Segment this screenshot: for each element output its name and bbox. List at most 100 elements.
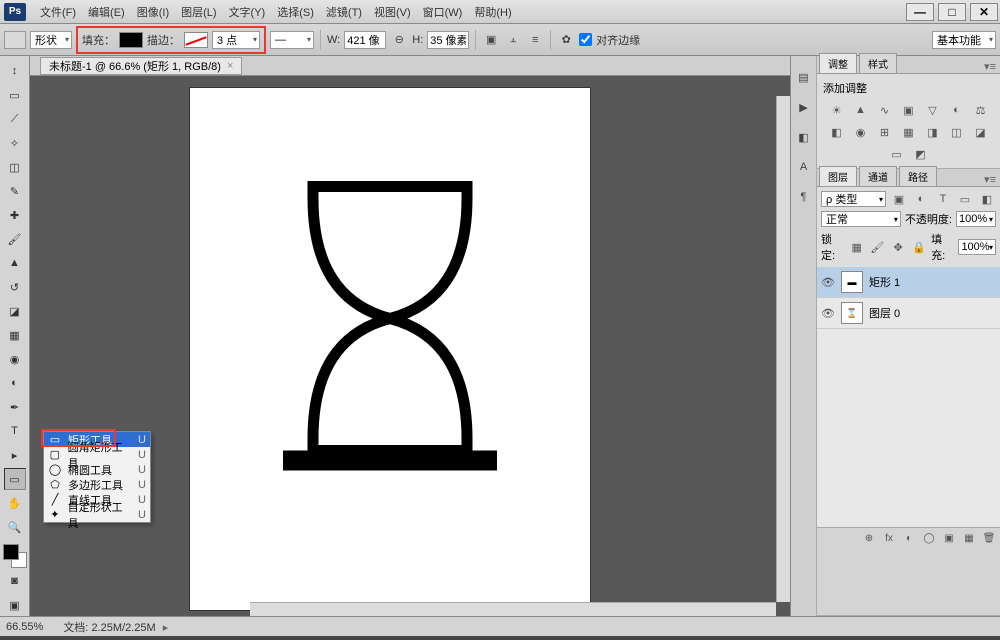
link-wh-icon[interactable]: ⊖ <box>390 31 408 49</box>
menu-select[interactable]: 选择(S) <box>271 4 320 20</box>
path-ops-icon[interactable]: ▣ <box>482 31 500 49</box>
exposure-icon[interactable]: ▣ <box>900 102 918 118</box>
menu-file[interactable]: 文件(F) <box>34 4 82 20</box>
layer-kind-select[interactable]: ρ 类型 <box>821 191 886 207</box>
menu-window[interactable]: 窗口(W) <box>417 4 469 20</box>
align-edges-checkbox[interactable] <box>579 33 592 46</box>
tab-channels[interactable]: 通道 <box>859 166 897 186</box>
posterize-icon[interactable]: ◫ <box>948 124 966 140</box>
lock-all-icon[interactable]: 🔒 <box>910 239 927 255</box>
link-layers-icon[interactable]: ⊕ <box>862 531 876 545</box>
balance-icon[interactable]: ⚖ <box>972 102 990 118</box>
wand-tool[interactable]: ✧ <box>4 132 26 154</box>
lasso-tool[interactable]: ⟋ <box>4 108 26 130</box>
levels-icon[interactable]: ▲ <box>852 102 870 118</box>
dodge-tool[interactable]: ◐ <box>4 372 26 394</box>
opacity-value[interactable]: 100% <box>956 211 996 227</box>
tool-preset-picker[interactable] <box>4 31 26 49</box>
panel-menu-icon[interactable]: ▾≡ <box>980 60 1000 73</box>
visibility-icon[interactable]: 👁 <box>821 276 835 289</box>
menu-layer[interactable]: 图层(L) <box>175 4 222 20</box>
filter-smart-icon[interactable]: ◧ <box>978 191 996 207</box>
lock-paint-icon[interactable]: 🖌 <box>869 239 886 255</box>
marquee-tool[interactable]: ▭ <box>4 84 26 106</box>
hand-tool[interactable]: ✋ <box>4 492 26 514</box>
menu-help[interactable]: 帮助(H) <box>468 4 517 20</box>
tab-paths[interactable]: 路径 <box>899 166 937 186</box>
layer-thumbnail[interactable]: ▬ <box>841 271 863 293</box>
character-panel-icon[interactable]: A <box>795 158 813 176</box>
pen-tool[interactable]: ✒ <box>4 396 26 418</box>
arrange-icon[interactable]: ≡ <box>526 31 544 49</box>
settings-icon[interactable]: ✿ <box>557 31 575 49</box>
lock-trans-icon[interactable]: ▦ <box>848 239 865 255</box>
screenmode-tool[interactable]: ▣ <box>4 594 26 616</box>
stroke-color-swatch[interactable] <box>184 32 208 48</box>
canvas[interactable] <box>190 88 590 610</box>
visibility-icon[interactable]: 👁 <box>821 307 835 320</box>
flyout-polygon[interactable]: ⬠ 多边形工具 U <box>44 477 150 492</box>
lookup-icon[interactable]: ▦ <box>900 124 918 140</box>
width-input[interactable] <box>344 31 386 49</box>
layer-mask-icon[interactable]: ◐ <box>902 531 916 545</box>
selective-icon[interactable]: ◩ <box>912 146 930 162</box>
history-brush-tool[interactable]: ↺ <box>4 276 26 298</box>
menu-image[interactable]: 图像(I) <box>131 4 175 20</box>
bw-icon[interactable]: ◧ <box>828 124 846 140</box>
type-tool[interactable]: T <box>4 420 26 442</box>
delete-layer-icon[interactable]: 🗑 <box>982 531 996 545</box>
stroke-type-select[interactable]: — <box>270 31 314 49</box>
threshold-icon[interactable]: ◪ <box>972 124 990 140</box>
eraser-tool[interactable]: ◪ <box>4 300 26 322</box>
layer-thumbnail[interactable]: ⌛ <box>841 302 863 324</box>
flyout-ellipse[interactable]: ◯ 椭圆工具 U <box>44 462 150 477</box>
vibrance-icon[interactable]: ▽ <box>924 102 942 118</box>
shape-tool[interactable]: ▭ <box>4 468 26 490</box>
new-group-icon[interactable]: ▣ <box>942 531 956 545</box>
zoom-tool[interactable]: 🔍 <box>4 516 26 538</box>
filter-pixel-icon[interactable]: ▣ <box>890 191 908 207</box>
crop-tool[interactable]: ◫ <box>4 156 26 178</box>
quickmask-tool[interactable]: ◙ <box>4 570 26 592</box>
photo-filter-icon[interactable]: ◉ <box>852 124 870 140</box>
menu-edit[interactable]: 编辑(E) <box>82 4 131 20</box>
layer-fx-icon[interactable]: fx <box>882 531 896 545</box>
hue-icon[interactable]: ◐ <box>948 102 966 118</box>
paragraph-panel-icon[interactable]: ¶ <box>795 188 813 206</box>
layer-name[interactable]: 图层 0 <box>869 305 900 321</box>
fill-value[interactable]: 100% <box>958 239 996 255</box>
lock-pos-icon[interactable]: ✥ <box>890 239 907 255</box>
properties-panel-icon[interactable]: ◧ <box>795 128 813 146</box>
invert-icon[interactable]: ◨ <box>924 124 942 140</box>
document-tab[interactable]: 未标题-1 @ 66.6% (矩形 1, RGB/8) × <box>40 57 242 75</box>
flyout-rounded-rect[interactable]: ▢ 圆角矩形工具 U <box>44 447 150 462</box>
filter-shape-icon[interactable]: ▭ <box>956 191 974 207</box>
shape-mode-select[interactable]: 形状 <box>30 31 72 49</box>
mixer-icon[interactable]: ⊞ <box>876 124 894 140</box>
tab-styles[interactable]: 样式 <box>859 53 897 73</box>
menu-filter[interactable]: 滤镜(T) <box>320 4 368 20</box>
layer-name[interactable]: 矩形 1 <box>869 274 900 290</box>
menu-type[interactable]: 文字(Y) <box>223 4 272 20</box>
panel-menu-icon[interactable]: ▾≡ <box>980 173 1000 186</box>
align-icon[interactable]: ⫠ <box>504 31 522 49</box>
filter-type-icon[interactable]: T <box>934 191 952 207</box>
fill-color-swatch[interactable] <box>119 32 143 48</box>
new-layer-icon[interactable]: ▦ <box>962 531 976 545</box>
blend-mode-select[interactable]: 正常 <box>821 211 901 227</box>
brush-tool[interactable]: 🖌 <box>4 228 26 250</box>
layer-row[interactable]: 👁 ▬ 矩形 1 <box>817 267 1000 298</box>
flyout-custom-shape[interactable]: ✦ 自定形状工具 U <box>44 507 150 522</box>
history-panel-icon[interactable]: ▤ <box>795 68 813 86</box>
actions-panel-icon[interactable]: ▶ <box>795 98 813 116</box>
blur-tool[interactable]: ◉ <box>4 348 26 370</box>
move-tool[interactable]: ↕ <box>4 60 26 82</box>
close-button[interactable]: ✕ <box>970 3 998 21</box>
curves-icon[interactable]: ∿ <box>876 102 894 118</box>
minimize-button[interactable]: — <box>906 3 934 21</box>
layer-row[interactable]: 👁 ⌛ 图层 0 <box>817 298 1000 329</box>
filter-adjust-icon[interactable]: ◐ <box>912 191 930 207</box>
vertical-scrollbar[interactable] <box>776 96 790 602</box>
brightness-icon[interactable]: ☀ <box>828 102 846 118</box>
eyedropper-tool[interactable]: ✎ <box>4 180 26 202</box>
